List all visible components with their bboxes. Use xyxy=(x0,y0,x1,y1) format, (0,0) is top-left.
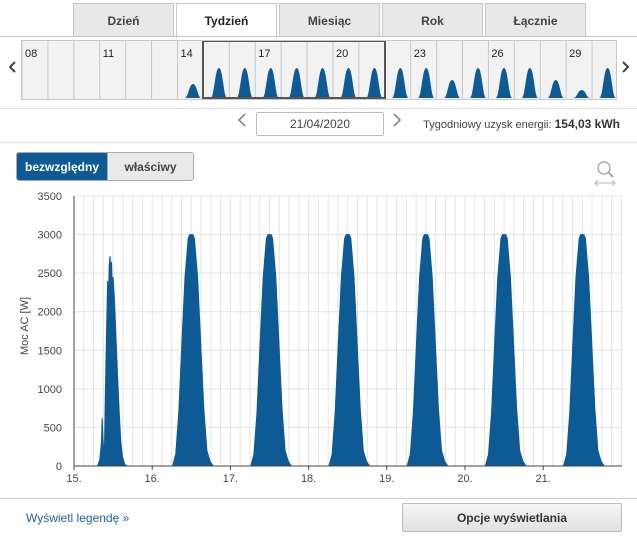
x-tick-label: 17. xyxy=(223,473,238,485)
timeline-day-cell xyxy=(47,41,74,99)
timeline-day-label: 08 xyxy=(25,48,37,60)
x-tick-label: 21. xyxy=(536,473,551,485)
divider xyxy=(0,108,637,109)
toggle-absolute[interactable]: bezwzględny xyxy=(17,153,107,180)
timeline-next-icon[interactable] xyxy=(622,60,630,77)
period-tabs: Dzień Tydzień Miesiąc Rok Łącznie xyxy=(73,3,588,38)
x-tick-label: 16. xyxy=(145,473,160,485)
timeline-selection[interactable] xyxy=(202,41,386,99)
timeline-day-label: 26 xyxy=(491,48,503,60)
timeline-day-cell xyxy=(73,41,100,99)
y-tick-label: 2000 xyxy=(38,307,62,319)
weekly-energy-value: 154,03 kWh xyxy=(554,117,620,131)
x-tick-label: 18. xyxy=(301,473,316,485)
tab-total[interactable]: Łącznie xyxy=(485,3,586,37)
x-tick-label: 19. xyxy=(379,473,394,485)
weekly-energy-label: Tygodniowy uzysk energii: xyxy=(423,119,552,131)
y-tick-label: 3000 xyxy=(38,230,62,242)
y-tick-label: 3500 xyxy=(38,191,62,203)
magnifier-icon[interactable] xyxy=(592,158,618,187)
y-tick-label: 2500 xyxy=(38,268,62,280)
power-chart: 0 500 1000 1500 2000 2500 3000 3500 15. 16. 17. 18.… xyxy=(19,191,622,485)
y-tick-label: 500 xyxy=(44,422,62,434)
y-tick-label: 1000 xyxy=(38,384,62,396)
display-options-button[interactable]: Opcje wyświetlania xyxy=(402,503,622,532)
weekly-energy: Tygodniowy uzysk energii: 154,03 kWh xyxy=(423,117,620,131)
divider xyxy=(0,142,637,143)
date-field[interactable]: 21/04/2020 xyxy=(256,112,384,136)
divider xyxy=(0,498,637,499)
tab-week[interactable]: Tydzień xyxy=(176,3,277,38)
tab-month[interactable]: Miesiąc xyxy=(279,3,380,37)
y-axis-label: Moc AC [W] xyxy=(19,297,31,355)
tab-day[interactable]: Dzień xyxy=(73,3,174,37)
timeline-prev-icon[interactable] xyxy=(8,60,17,77)
x-tick-label: 15. xyxy=(66,473,81,485)
toggle-relative[interactable]: właściwy xyxy=(107,153,193,180)
show-legend-link[interactable]: Wyświetl legendę » xyxy=(26,511,129,525)
timeline-day-cell xyxy=(151,41,178,99)
timeline-day-label: 23 xyxy=(414,48,426,60)
y-tick-label: 0 xyxy=(56,461,62,473)
chart-axes: 0 500 1000 1500 2000 2500 3000 3500 15. 16. 17. 18.… xyxy=(38,191,622,485)
value-mode-toggle: bezwzględny właściwy xyxy=(16,152,194,181)
x-tick-label: 20. xyxy=(457,473,472,485)
tab-year[interactable]: Rok xyxy=(382,3,483,37)
timeline-day-cell xyxy=(125,41,152,99)
date-prev-icon[interactable] xyxy=(237,113,246,132)
timeline-strip[interactable]: 08 11 14 17 20 23 26 29 xyxy=(21,40,617,100)
timeline-day-label: 29 xyxy=(569,48,581,60)
date-next-icon[interactable] xyxy=(393,113,402,132)
timeline-day-label: 14 xyxy=(180,48,192,60)
tab-divider xyxy=(0,36,637,37)
y-tick-label: 1500 xyxy=(38,345,62,357)
timeline-day-label: 11 xyxy=(103,48,114,60)
timeline-drag-handle[interactable] xyxy=(204,97,384,99)
